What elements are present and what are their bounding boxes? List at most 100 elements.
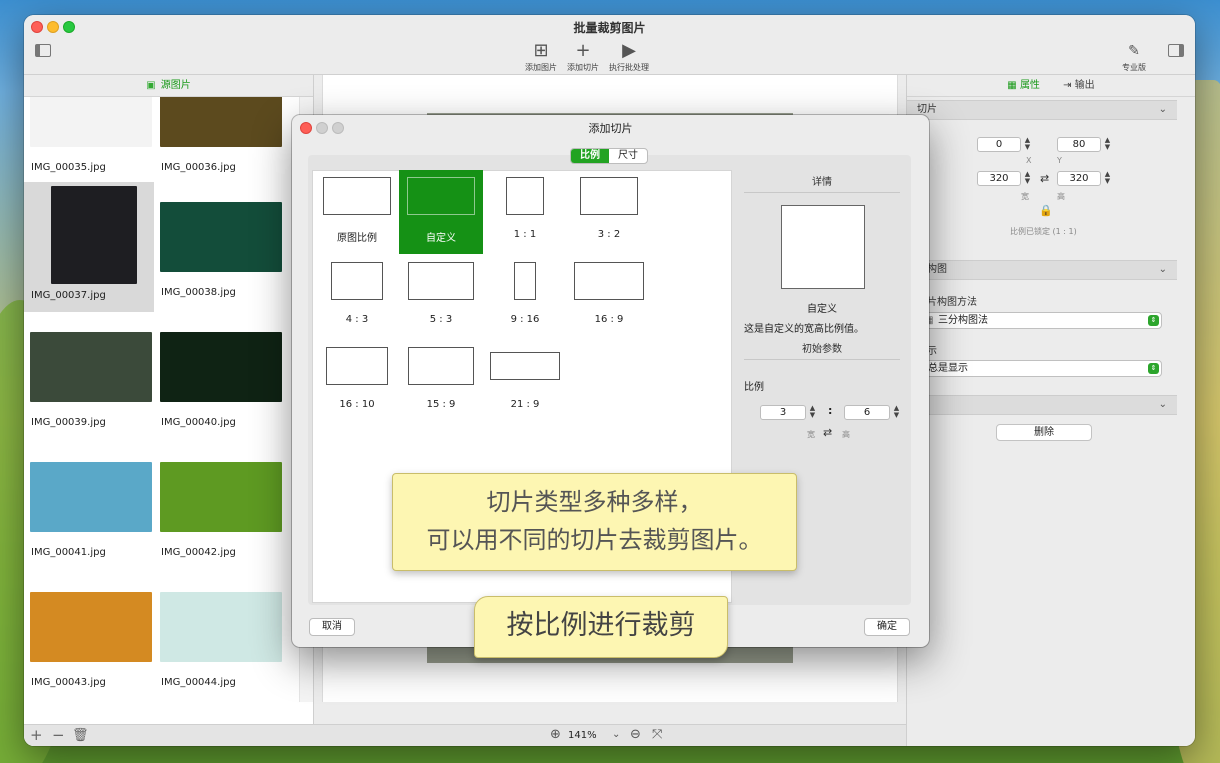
section-slice-title: 切片 <box>917 104 937 115</box>
chevron-down-icon: ⌄ <box>1158 399 1167 410</box>
ratio-shape <box>514 262 536 300</box>
zoom-in-icon[interactable]: ⊕ <box>550 727 561 742</box>
height-field[interactable]: 320 <box>1057 171 1101 186</box>
ratio-option[interactable]: 16 : 10 <box>315 340 399 424</box>
y-label: Y <box>1057 156 1062 165</box>
x-stepper[interactable]: ▲ ▼ <box>1023 137 1032 152</box>
section-composition[interactable]: 片构图 ⌄ <box>907 260 1177 280</box>
pro-version-button[interactable]: ✎ 专业版 <box>1104 41 1164 73</box>
thumbnail-item[interactable]: IMG_00041.jpg <box>24 442 154 572</box>
ratio-preview <box>781 205 865 289</box>
width-field[interactable]: 320 <box>977 171 1021 186</box>
ratio-option[interactable]: 4 : 3 <box>315 255 399 339</box>
swap-icon[interactable]: ⇄ <box>823 426 832 439</box>
ratio-option[interactable]: 21 : 9 <box>483 340 567 424</box>
tab-ratio[interactable]: 比例 <box>571 149 609 163</box>
width-stepper[interactable]: ▲ ▼ <box>1023 171 1032 186</box>
ratio-shape <box>580 177 638 215</box>
x-field[interactable]: 0 <box>977 137 1021 152</box>
tab-properties[interactable]: ▦ 属性 <box>1007 75 1040 97</box>
composition-method-select[interactable]: ▦ 三分构图法 ⇕ <box>917 312 1162 329</box>
ratio-option[interactable]: 原图比例 <box>315 170 399 254</box>
y-field[interactable]: 80 <box>1057 137 1101 152</box>
thumbnail-image <box>160 592 282 662</box>
ratio-option[interactable]: 9 : 16 <box>483 255 567 339</box>
ratio-shape <box>331 262 383 300</box>
toggle-right-sidebar-icon[interactable] <box>1168 44 1184 57</box>
delete-button[interactable]: 删除 <box>996 424 1092 441</box>
ratio-option[interactable]: 15 : 9 <box>399 340 483 424</box>
thumbnail-image <box>30 97 152 147</box>
run-batch-label: 执行批处理 <box>609 63 649 72</box>
run-batch-button[interactable]: ▶ 执行批处理 <box>599 41 659 73</box>
ratio-label: 3 : 2 <box>597 229 621 240</box>
lock-icon[interactable]: 🔒 <box>1039 204 1053 217</box>
thumbnail-filename: IMG_00037.jpg <box>31 290 106 301</box>
source-images-panel: ▣ 源图片 IMG_00035.jpg IMG_00036.jpg IMG_00037… <box>24 75 314 746</box>
play-icon: ▶ <box>622 40 636 61</box>
thumbnail-filename: IMG_00041.jpg <box>31 547 106 558</box>
section-slice[interactable]: 切片 ⌄ <box>907 100 1177 120</box>
tag-callout: 按比例进行裁剪 <box>474 596 728 658</box>
thumbnail-item[interactable]: IMG_00035.jpg <box>24 97 154 187</box>
thumbnail-item[interactable]: IMG_00037.jpg <box>24 182 154 312</box>
ratio-option[interactable]: 5 : 3 <box>399 255 483 339</box>
chevron-down-icon[interactable]: ⌄ <box>612 729 620 740</box>
height-label: 高 <box>1057 192 1065 201</box>
swap-icon[interactable]: ⇄ <box>1040 172 1049 185</box>
ratio-option[interactable]: 16 : 9 <box>567 255 651 339</box>
trash-icon[interactable]: 🗑 <box>72 728 89 743</box>
zoom-level: 141% <box>568 730 597 741</box>
thumbnail-filename: IMG_00042.jpg <box>161 547 236 558</box>
chevron-down-icon: ⌄ <box>1158 104 1167 115</box>
thumbnail-image <box>160 462 282 532</box>
left-footer: + − 🗑 <box>24 724 314 746</box>
thumbnail-grid: IMG_00035.jpg IMG_00036.jpg IMG_00037.jpg I… <box>24 97 298 702</box>
add-icon[interactable]: + <box>30 726 43 744</box>
thumbnail-item[interactable]: IMG_00039.jpg <box>24 312 154 442</box>
toggle-left-sidebar-icon[interactable] <box>35 44 51 57</box>
section-action[interactable]: 作⌄ <box>907 395 1177 415</box>
popup-arrows-icon: ⇕ <box>1148 363 1159 374</box>
display-value: 总是显示 <box>928 363 968 374</box>
ratio-label: 1 : 1 <box>513 229 537 240</box>
zoom-bar: ⊕ 141% ⌄ ⊖ ⤧ <box>314 724 906 746</box>
thumbnail-item[interactable]: IMG_00036.jpg <box>154 97 284 187</box>
ratio-width-stepper[interactable]: ▲ ▼ <box>808 405 817 420</box>
display-select[interactable]: 总是显示 ⇕ <box>917 360 1162 377</box>
thumbnail-item[interactable]: IMG_00040.jpg <box>154 312 284 442</box>
cancel-button[interactable]: 取消 <box>309 618 355 636</box>
tab-size[interactable]: 尺寸 <box>609 149 647 163</box>
thumbnail-item[interactable]: IMG_00043.jpg <box>24 572 154 702</box>
ratio-option[interactable]: 3 : 2 <box>567 170 651 254</box>
thumbnail-item[interactable]: IMG_00044.jpg <box>154 572 284 702</box>
ratio-option[interactable]: 1 : 1 <box>483 170 567 254</box>
fit-screen-icon[interactable]: ⤧ <box>652 727 662 742</box>
thumbnail-filename: IMG_00044.jpg <box>161 677 236 688</box>
ratio-label: 16 : 10 <box>339 399 375 410</box>
width-label: 宽 <box>1021 192 1029 201</box>
ok-button[interactable]: 确定 <box>864 618 910 636</box>
ratio-height-label: 高 <box>842 430 850 439</box>
ratio-width-field[interactable]: 3 <box>760 405 806 420</box>
ratio-shape <box>326 347 388 385</box>
zoom-out-icon[interactable]: ⊖ <box>630 727 641 742</box>
ratio-shape <box>407 177 475 215</box>
ratio-option[interactable]: 自定义 <box>399 170 483 254</box>
ratio-label: 原图比例 <box>337 233 377 244</box>
thumbnail-filename: IMG_00043.jpg <box>31 677 106 688</box>
thumbnail-item[interactable]: IMG_00038.jpg <box>154 182 284 312</box>
tab-output[interactable]: ⇥ 输出 <box>1063 75 1095 97</box>
thumbnail-image <box>30 332 152 402</box>
popup-arrows-icon: ⇕ <box>1148 315 1159 326</box>
thumbnail-item[interactable]: IMG_00042.jpg <box>154 442 284 572</box>
remove-icon[interactable]: − <box>52 726 65 744</box>
y-stepper[interactable]: ▲ ▼ <box>1103 137 1112 152</box>
ratio-height-stepper[interactable]: ▲ ▼ <box>892 405 901 420</box>
tab-output-label: 输出 <box>1074 80 1095 91</box>
ratio-label: 15 : 9 <box>426 399 456 410</box>
ratio-height-field[interactable]: 6 <box>844 405 890 420</box>
mode-segmented-control: 比例 尺寸 <box>570 148 648 164</box>
ratio-label: 21 : 9 <box>510 399 540 410</box>
height-stepper[interactable]: ▲ ▼ <box>1103 171 1112 186</box>
